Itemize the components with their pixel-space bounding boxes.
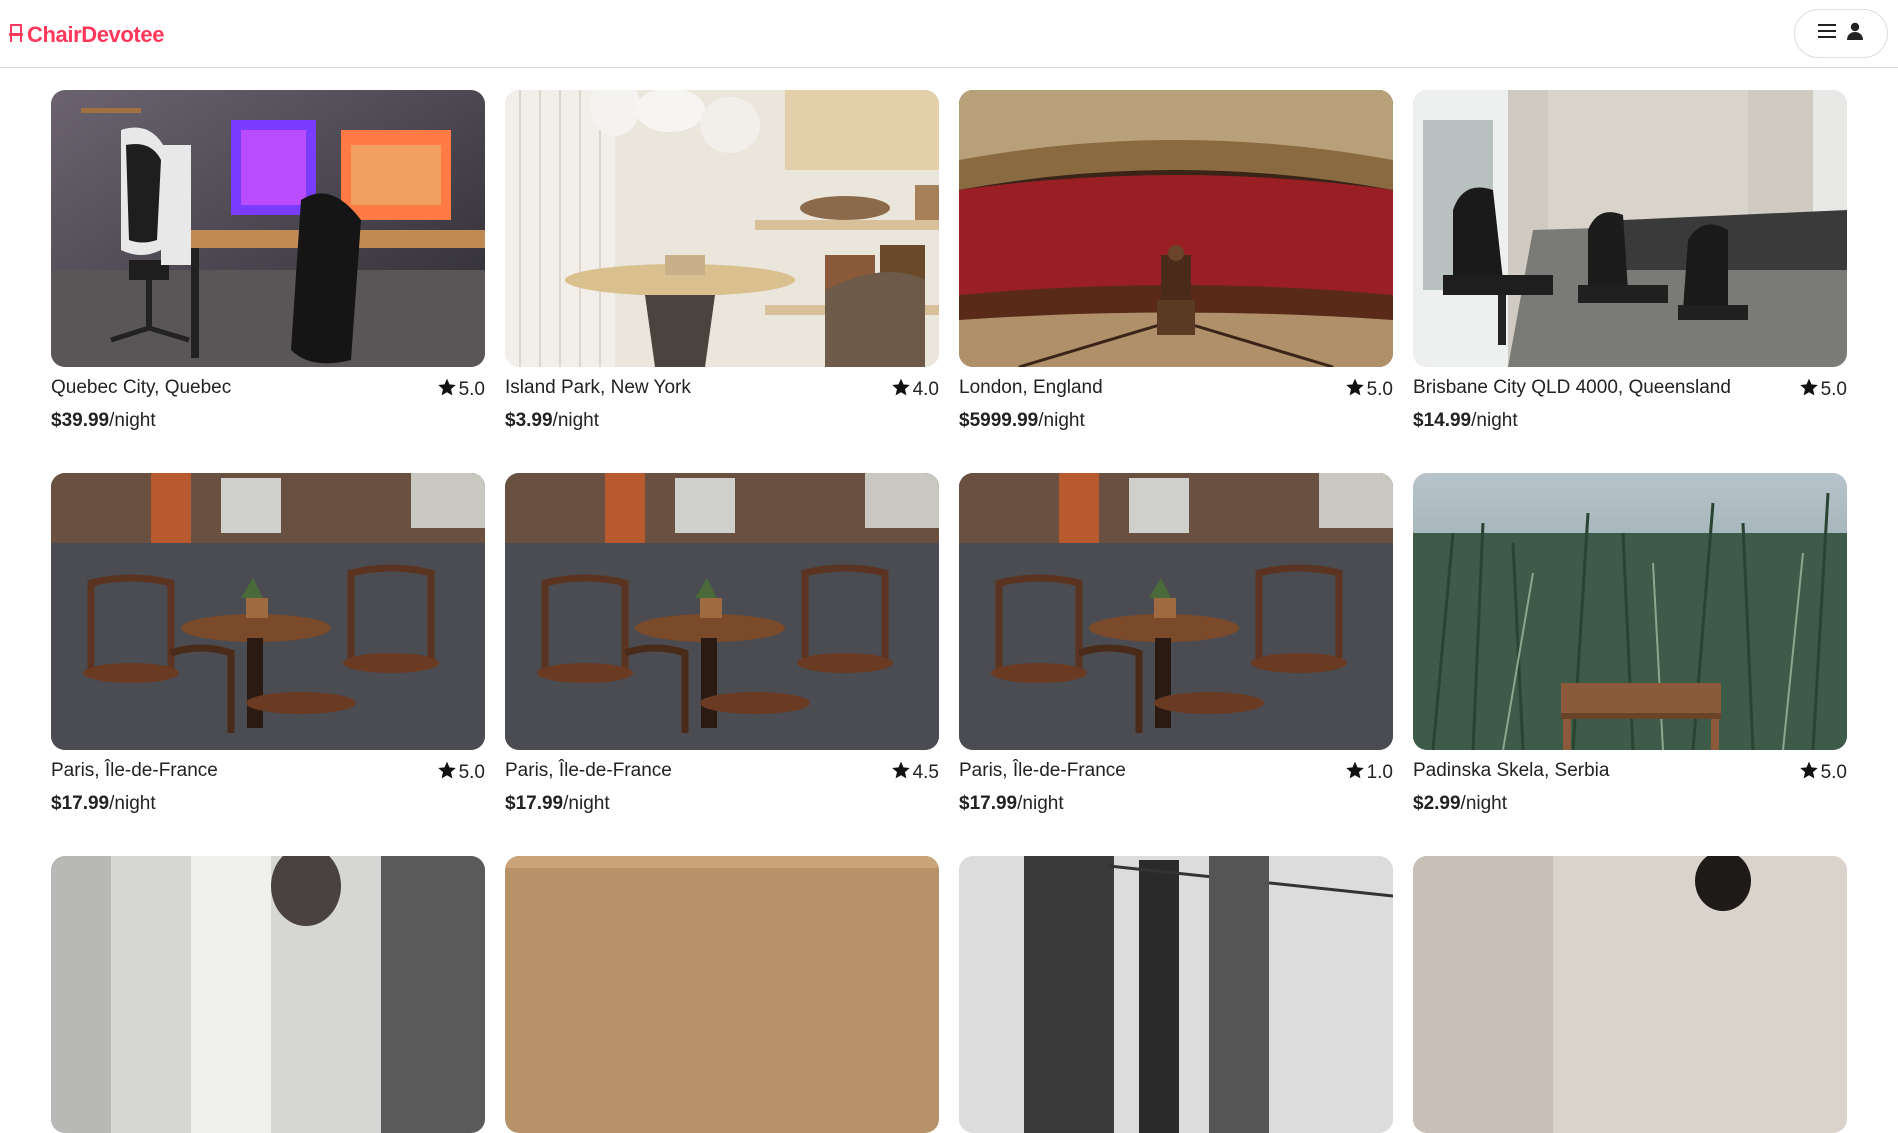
rating-value: 5.0 xyxy=(458,762,485,783)
hamburger-icon xyxy=(1818,23,1836,44)
listing-price: $2.99/night xyxy=(1413,793,1507,815)
price-amount: $3.99 xyxy=(505,410,553,431)
price-unit: /night xyxy=(552,410,600,431)
user-icon xyxy=(1846,22,1864,45)
rating-value: 4.5 xyxy=(912,762,939,783)
price-amount: $17.99 xyxy=(959,793,1018,814)
price-unit: /night xyxy=(1017,793,1064,814)
price-unit: /night xyxy=(1471,410,1518,431)
star-icon xyxy=(1345,760,1365,786)
listing-location: Quebec City, Quebec xyxy=(51,377,232,398)
listing-rating: 4.5 xyxy=(891,760,939,786)
user-menu-button[interactable] xyxy=(1794,9,1888,58)
price-amount: $5999.99 xyxy=(959,410,1039,431)
price-amount: $39.99 xyxy=(51,410,110,431)
star-icon xyxy=(437,760,457,786)
rating-value: 5.0 xyxy=(1820,762,1847,783)
listing-location: London, England xyxy=(959,377,1103,398)
listing-photo[interactable] xyxy=(505,473,939,750)
chair-icon xyxy=(9,23,23,48)
listing-location: Paris, Île-de-France xyxy=(51,760,218,781)
rating-value: 5.0 xyxy=(458,379,485,400)
rating-value: 5.0 xyxy=(1820,379,1847,400)
price-unit: /night xyxy=(109,410,156,431)
price-amount: $17.99 xyxy=(51,793,110,814)
listing-rating: 5.0 xyxy=(1345,377,1393,403)
listing-rating: 5.0 xyxy=(437,377,485,403)
listing-rating: 5.0 xyxy=(437,760,485,786)
brand-name: ChairDevotee xyxy=(27,22,165,47)
listing-photo[interactable] xyxy=(1413,856,1847,1133)
listing-location: Brisbane City QLD 4000, Queensland xyxy=(1413,377,1731,398)
listing-rating: 5.0 xyxy=(1799,760,1847,786)
listing-location: Island Park, New York xyxy=(505,377,691,398)
top-navbar: ChairDevotee xyxy=(0,0,1898,68)
listing-price: $5999.99/night xyxy=(959,410,1085,432)
listing-photo[interactable] xyxy=(51,473,485,750)
listing-location: Padinska Skela, Serbia xyxy=(1413,760,1610,781)
listing-photo[interactable] xyxy=(959,90,1393,367)
listing-location: Paris, Île-de-France xyxy=(505,760,672,781)
listing-photo[interactable] xyxy=(51,90,485,367)
listing-photo[interactable] xyxy=(51,856,485,1133)
rating-value: 1.0 xyxy=(1366,762,1393,783)
brand-logo[interactable]: ChairDevotee xyxy=(9,22,164,48)
listing-rating: 5.0 xyxy=(1799,377,1847,403)
price-amount: $17.99 xyxy=(505,793,564,814)
listing-price: $14.99/night xyxy=(1413,410,1518,432)
rating-value: 4.0 xyxy=(912,379,939,400)
listing-photo[interactable] xyxy=(1413,473,1847,750)
listing-price: $39.99/night xyxy=(51,410,156,432)
star-icon xyxy=(1799,760,1819,786)
rating-value: 5.0 xyxy=(1366,379,1393,400)
star-icon xyxy=(1345,377,1365,403)
listing-photo[interactable] xyxy=(959,473,1393,750)
listing-price: $17.99/night xyxy=(51,793,156,815)
listing-photo[interactable] xyxy=(505,90,939,367)
star-icon xyxy=(891,760,911,786)
star-icon xyxy=(1799,377,1819,403)
price-amount: $14.99 xyxy=(1413,410,1472,431)
listing-price: $17.99/night xyxy=(959,793,1064,815)
listing-photo[interactable] xyxy=(505,856,939,1133)
star-icon xyxy=(891,377,911,403)
star-icon xyxy=(437,377,457,403)
price-unit: /night xyxy=(109,793,156,814)
listing-price: $3.99/night xyxy=(505,410,599,432)
listing-rating: 1.0 xyxy=(1345,760,1393,786)
listing-location: Paris, Île-de-France xyxy=(959,760,1126,781)
listing-price: $17.99/night xyxy=(505,793,610,815)
listing-photo[interactable] xyxy=(1413,90,1847,367)
price-unit: /night xyxy=(1038,410,1085,431)
price-unit: /night xyxy=(563,793,610,814)
price-unit: /night xyxy=(1460,793,1508,814)
price-amount: $2.99 xyxy=(1413,793,1461,814)
listing-photo[interactable] xyxy=(959,856,1393,1133)
listing-rating: 4.0 xyxy=(891,377,939,403)
